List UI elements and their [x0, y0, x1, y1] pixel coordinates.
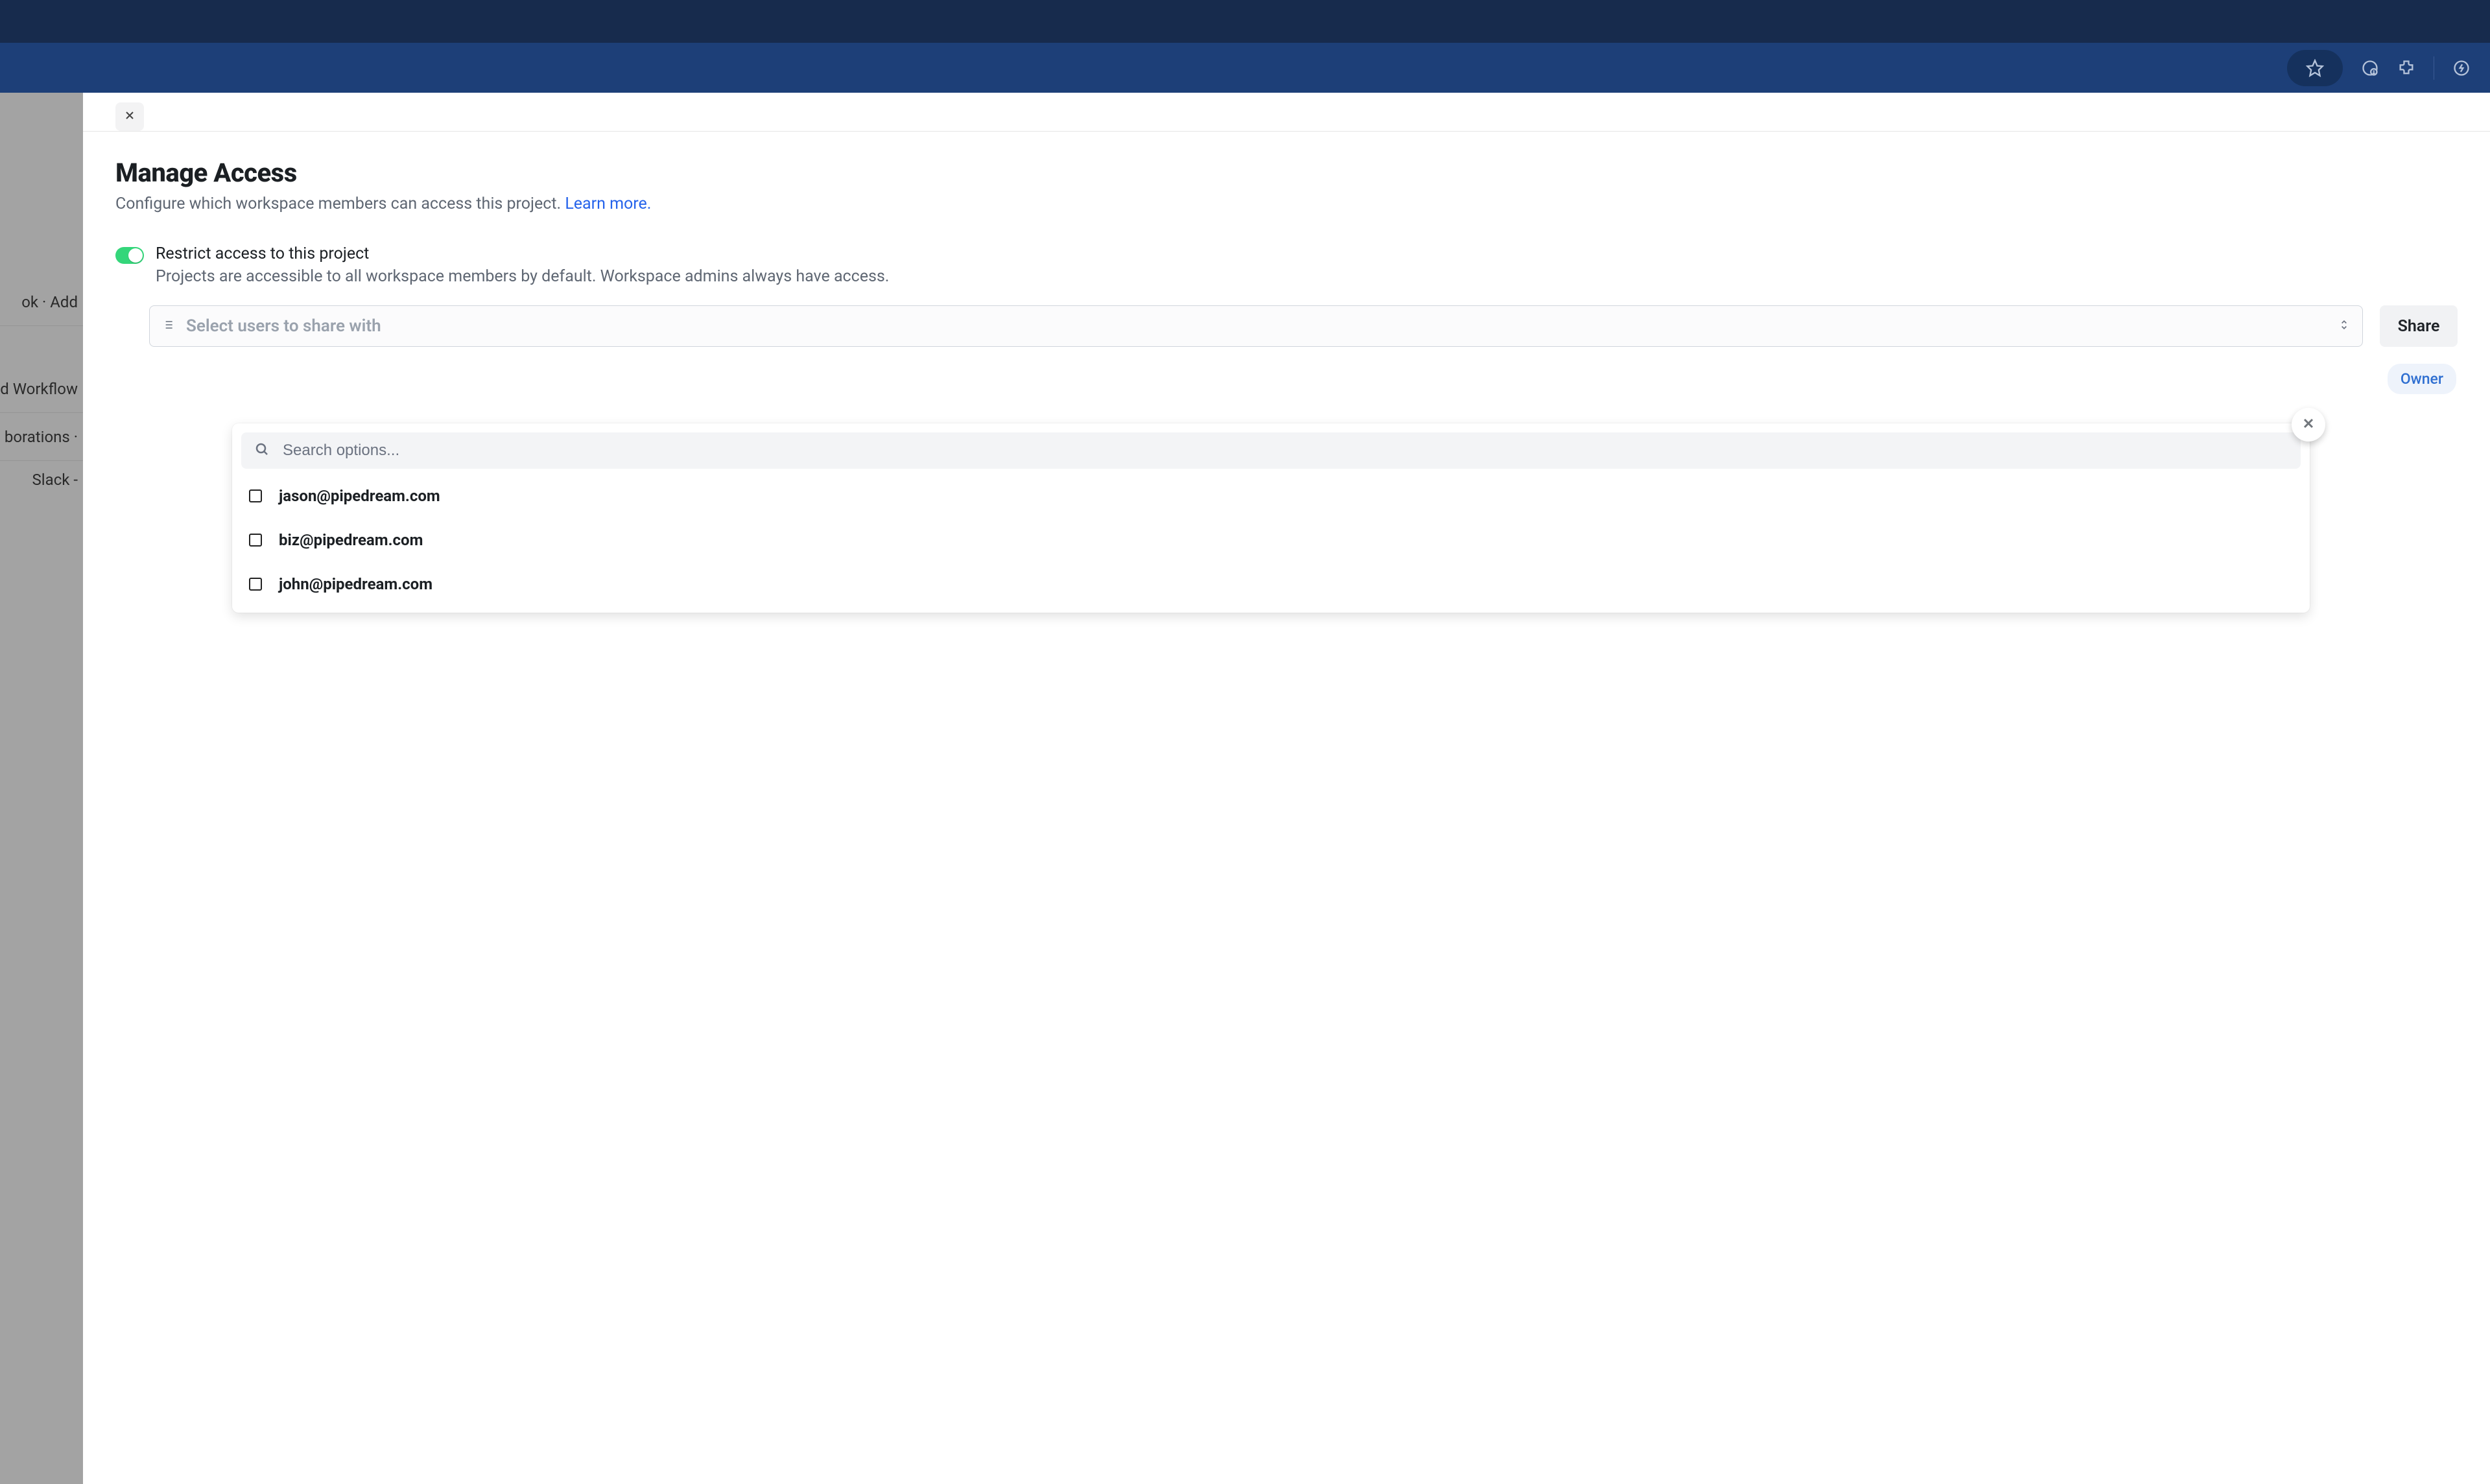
- owner-badge-label: Owner: [2401, 370, 2443, 388]
- star-icon: [2306, 59, 2324, 77]
- sidebar-fragment: ok · Add: [0, 278, 83, 326]
- restrict-access-row: Restrict access to this project Projects…: [115, 244, 2458, 286]
- sidebar-fragment-text: ed Workflow: [0, 380, 78, 398]
- chevron-updown-icon: [2338, 316, 2351, 336]
- subtitle-text: Configure which workspace members can ac…: [115, 194, 565, 213]
- search-icon: [254, 442, 270, 460]
- owner-row: Owner: [115, 364, 2458, 394]
- options-search-input[interactable]: [283, 442, 2288, 460]
- panel-body: Manage Access Configure which workspace …: [83, 132, 2490, 394]
- sidebar-fragment: borations ·: [0, 413, 83, 461]
- sidebar-fragment-text: ok · Add: [21, 293, 78, 311]
- user-option[interactable]: biz@pipedream.com: [232, 518, 2310, 562]
- extensions-icon[interactable]: [2397, 59, 2415, 77]
- close-icon: [2301, 416, 2316, 434]
- share-select-row: Select users to share with Share: [149, 305, 2458, 347]
- user-option-label: biz@pipedream.com: [279, 531, 423, 549]
- window-titlebar: [0, 0, 2490, 43]
- close-icon: [123, 109, 136, 124]
- user-select-placeholder: Select users to share with: [186, 316, 381, 336]
- panel-header: [83, 93, 2490, 132]
- sidebar-fragment: ed Workflow: [0, 365, 83, 413]
- sidebar-fragment-text: borations ·: [5, 428, 78, 446]
- checkbox-icon: [249, 534, 262, 547]
- share-button[interactable]: Share: [2380, 305, 2458, 347]
- checkbox-icon: [249, 578, 262, 591]
- browser-toolbar: [0, 43, 2490, 93]
- background-sidebar: ok · Add ed Workflow borations · Slack -: [0, 93, 83, 1484]
- bookmark-star-button[interactable]: [2287, 50, 2343, 86]
- restrict-access-description: Projects are accessible to all workspace…: [156, 267, 889, 286]
- user-options-popover: jason@pipedream.com biz@pipedream.com jo…: [232, 423, 2310, 613]
- restrict-access-toggle[interactable]: [115, 247, 144, 264]
- restrict-access-label: Restrict access to this project: [156, 244, 889, 263]
- list-icon: [161, 316, 174, 336]
- user-option[interactable]: jason@pipedream.com: [232, 474, 2310, 518]
- toggle-knob: [128, 248, 143, 263]
- user-option[interactable]: john@pipedream.com: [232, 562, 2310, 606]
- sidebar-fragment: Slack -: [0, 456, 83, 504]
- manage-access-panel: Manage Access Configure which workspace …: [83, 93, 2490, 1484]
- options-search: [241, 432, 2301, 469]
- share-button-label: Share: [2398, 317, 2440, 336]
- owner-badge: Owner: [2388, 364, 2456, 394]
- user-option-label: jason@pipedream.com: [279, 487, 440, 505]
- page-title: Manage Access: [115, 158, 2458, 188]
- page-subtitle: Configure which workspace members can ac…: [115, 194, 2458, 213]
- popover-close-button[interactable]: [2292, 408, 2325, 442]
- profile-alert-icon[interactable]: [2361, 59, 2379, 77]
- checkbox-icon: [249, 489, 262, 502]
- learn-more-link[interactable]: Learn more.: [565, 194, 651, 213]
- restrict-access-text: Restrict access to this project Projects…: [156, 244, 889, 286]
- pipedream-extension-icon[interactable]: [2452, 59, 2471, 77]
- user-select-dropdown[interactable]: Select users to share with: [149, 305, 2363, 347]
- close-panel-button[interactable]: [115, 102, 144, 131]
- sidebar-fragment-text: Slack -: [32, 471, 78, 489]
- user-option-label: john@pipedream.com: [279, 575, 433, 593]
